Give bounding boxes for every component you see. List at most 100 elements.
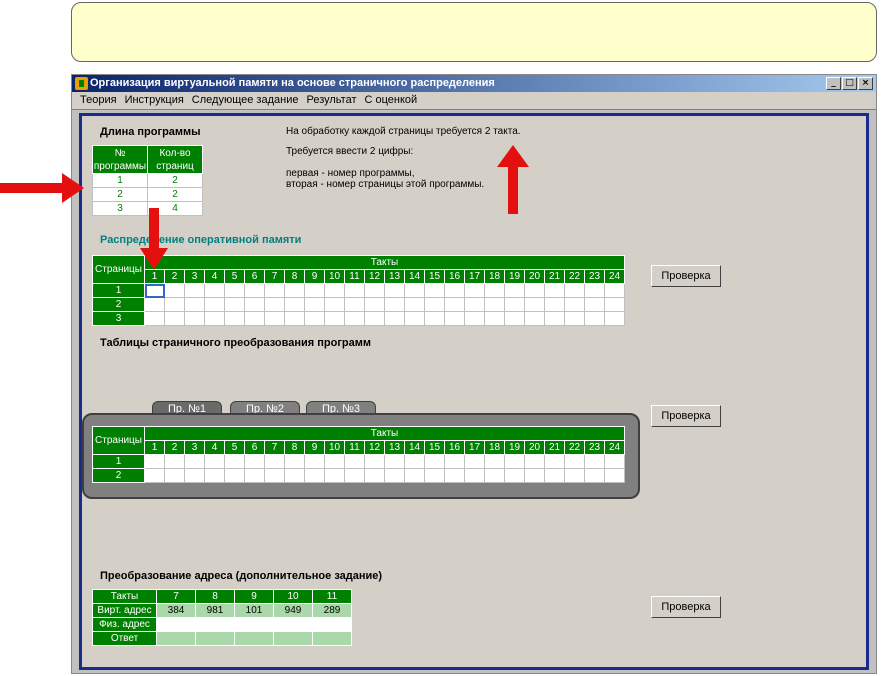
grid-cell[interactable] [424, 454, 445, 469]
grid-cell[interactable] [524, 283, 545, 298]
grid-cell[interactable] [184, 283, 205, 298]
grid-cell[interactable] [164, 454, 185, 469]
grid-cell[interactable] [264, 297, 285, 312]
grid-cell[interactable] [204, 283, 225, 298]
grid-cell[interactable] [344, 283, 365, 298]
physical-address-input[interactable] [234, 617, 274, 632]
grid-cell[interactable] [384, 311, 405, 326]
grid-cell[interactable] [144, 297, 165, 312]
grid-cell[interactable] [364, 297, 385, 312]
page-tables-check-button[interactable]: Проверка [651, 405, 721, 427]
grid-cell[interactable] [344, 468, 365, 483]
physical-address-input[interactable] [195, 617, 235, 632]
grid-cell[interactable] [144, 468, 165, 483]
menu-graded[interactable]: С оценкой [361, 92, 422, 109]
grid-cell[interactable] [224, 297, 245, 312]
grid-cell[interactable] [284, 311, 305, 326]
grid-cell[interactable] [464, 283, 485, 298]
grid-cell[interactable] [324, 311, 345, 326]
grid-cell[interactable] [464, 468, 485, 483]
grid-cell[interactable] [404, 283, 425, 298]
grid-cell[interactable] [224, 283, 245, 298]
grid-cell[interactable] [604, 454, 625, 469]
grid-cell[interactable] [564, 283, 585, 298]
grid-cell[interactable] [504, 283, 525, 298]
grid-cell[interactable] [584, 468, 605, 483]
grid-cell[interactable] [244, 311, 265, 326]
grid-cell[interactable] [164, 297, 185, 312]
grid-cell[interactable] [444, 468, 465, 483]
grid-cell[interactable] [404, 468, 425, 483]
grid-cell[interactable] [604, 297, 625, 312]
grid-cell[interactable] [424, 297, 445, 312]
grid-cell[interactable] [484, 454, 505, 469]
grid-cell[interactable] [244, 468, 265, 483]
grid-cell[interactable] [144, 311, 165, 326]
grid-cell[interactable] [364, 468, 385, 483]
grid-cell[interactable] [284, 468, 305, 483]
grid-cell[interactable] [424, 311, 445, 326]
grid-cell[interactable] [344, 454, 365, 469]
grid-cell[interactable] [524, 311, 545, 326]
grid-cell[interactable] [464, 311, 485, 326]
grid-cell[interactable] [524, 297, 545, 312]
grid-cell[interactable] [224, 311, 245, 326]
menu-result[interactable]: Результат [302, 92, 360, 109]
grid-cell[interactable] [264, 454, 285, 469]
grid-cell[interactable] [144, 454, 165, 469]
grid-cell[interactable] [304, 283, 325, 298]
grid-cell[interactable] [444, 283, 465, 298]
menu-next-task[interactable]: Следующее задание [188, 92, 303, 109]
grid-cell[interactable] [404, 311, 425, 326]
grid-cell[interactable] [564, 468, 585, 483]
grid-cell[interactable] [264, 311, 285, 326]
close-button[interactable]: × [858, 77, 873, 90]
grid-cell[interactable] [304, 297, 325, 312]
grid-cell[interactable] [544, 311, 565, 326]
grid-cell[interactable] [204, 311, 225, 326]
grid-cell[interactable] [544, 297, 565, 312]
grid-cell[interactable] [304, 454, 325, 469]
grid-cell[interactable] [484, 311, 505, 326]
grid-cell[interactable] [404, 454, 425, 469]
grid-cell[interactable] [204, 454, 225, 469]
grid-cell[interactable] [184, 311, 205, 326]
grid-cell[interactable] [384, 468, 405, 483]
grid-cell[interactable] [244, 454, 265, 469]
grid-cell[interactable] [304, 468, 325, 483]
grid-cell[interactable] [384, 297, 405, 312]
physical-address-input[interactable] [156, 617, 196, 632]
grid-cell[interactable] [324, 468, 345, 483]
grid-cell[interactable] [324, 297, 345, 312]
grid-cell[interactable] [484, 297, 505, 312]
grid-cell[interactable] [484, 468, 505, 483]
physical-address-input[interactable] [273, 617, 313, 632]
physical-address-input[interactable] [312, 617, 352, 632]
grid-cell[interactable] [444, 297, 465, 312]
grid-cell[interactable] [604, 468, 625, 483]
grid-cell[interactable] [324, 454, 345, 469]
grid-cell[interactable] [184, 297, 205, 312]
grid-cell[interactable] [364, 454, 385, 469]
ram-check-button[interactable]: Проверка [651, 265, 721, 287]
grid-cell[interactable] [544, 283, 565, 298]
grid-cell[interactable] [204, 297, 225, 312]
grid-cell[interactable] [384, 283, 405, 298]
grid-cell[interactable] [504, 468, 525, 483]
grid-cell[interactable] [344, 297, 365, 312]
grid-cell[interactable] [244, 283, 265, 298]
grid-cell[interactable] [484, 283, 505, 298]
grid-cell[interactable] [564, 297, 585, 312]
grid-cell[interactable] [464, 297, 485, 312]
grid-cell[interactable] [364, 311, 385, 326]
grid-cell[interactable] [504, 311, 525, 326]
grid-cell[interactable] [564, 454, 585, 469]
grid-cell[interactable] [164, 468, 185, 483]
grid-cell[interactable] [584, 297, 605, 312]
grid-cell[interactable] [384, 454, 405, 469]
grid-cell[interactable] [444, 454, 465, 469]
grid-cell[interactable] [324, 283, 345, 298]
grid-cell[interactable] [204, 468, 225, 483]
maximize-button[interactable]: □ [842, 77, 857, 90]
grid-cell[interactable] [504, 297, 525, 312]
